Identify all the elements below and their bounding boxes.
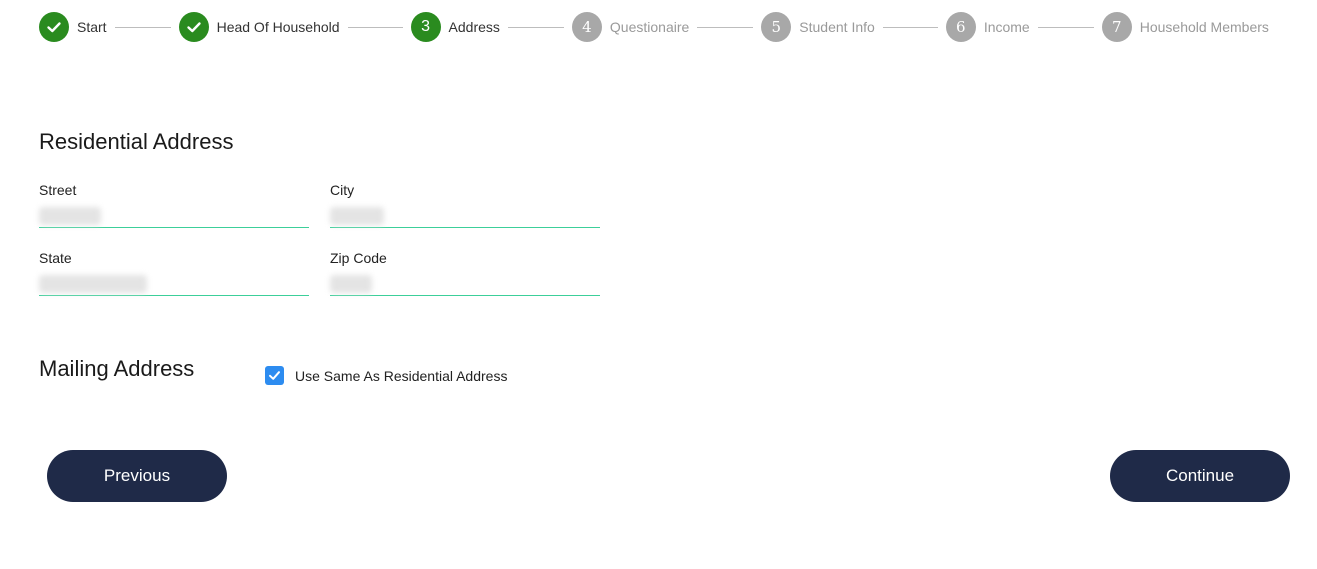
step-start: Start [39,12,107,42]
city-label: City [330,182,355,198]
step-number-badge: 4 [571,12,602,42]
state-input[interactable] [39,272,309,296]
step-label: Head Of Household [216,19,340,35]
step-head-of-household: Head Of Household [178,12,340,42]
street-input[interactable] [39,204,309,228]
mailing-address-title: Mailing Address [39,356,195,381]
step-connector [507,26,564,28]
step-label: Address [448,19,500,35]
step-connector [697,26,754,28]
same-as-residential-checkbox[interactable] [265,366,284,385]
step-label: Start [77,19,107,35]
residential-address-title: Residential Address [39,129,234,154]
step-number-badge: 7 [1101,12,1132,42]
step-label: Questionaire [609,19,690,35]
checkmark-icon [269,371,280,380]
step-number-badge: 3 [410,12,441,42]
street-label: Street [39,182,77,198]
progress-stepper: Start Head Of Household 3 Address 4 Ques… [39,11,1269,43]
step-student-info: 5 Student Info [761,12,875,42]
city-input[interactable] [330,204,600,228]
step-number-badge: 5 [761,12,792,42]
step-label: Student Info [799,19,875,35]
step-connector [114,26,171,28]
step-questionaire: 4 Questionaire [571,12,690,42]
same-as-residential-label: Use Same As Residential Address [295,367,508,384]
step-label: Household Members [1139,19,1269,35]
step-complete-badge [39,12,69,42]
street-field-group: Street [39,182,309,228]
zip-code-input[interactable] [330,272,600,296]
step-complete-badge [178,12,209,42]
step-connector [882,26,938,28]
step-number-badge: 6 [945,12,976,42]
same-as-residential-option[interactable]: Use Same As Residential Address [265,366,507,385]
state-label: State [39,250,72,266]
continue-button[interactable]: Continue [1110,450,1290,502]
state-value-redacted [39,275,147,293]
check-icon [186,22,201,33]
state-field-group: State [39,250,309,296]
step-address: 3 Address [410,12,500,42]
street-value-redacted [39,207,101,225]
step-label: Income [983,19,1030,35]
zip-code-field-group: Zip Code [330,250,600,296]
step-connector [1037,26,1094,28]
city-value-redacted [330,207,384,225]
step-income: 6 Income [945,12,1030,42]
zip-code-label: Zip Code [330,250,387,266]
step-household-members: 7 Household Members [1101,12,1269,42]
step-connector [347,26,403,28]
city-field-group: City [330,182,600,228]
check-icon [47,22,61,33]
previous-button[interactable]: Previous [47,450,227,502]
zip-code-value-redacted [330,275,372,293]
